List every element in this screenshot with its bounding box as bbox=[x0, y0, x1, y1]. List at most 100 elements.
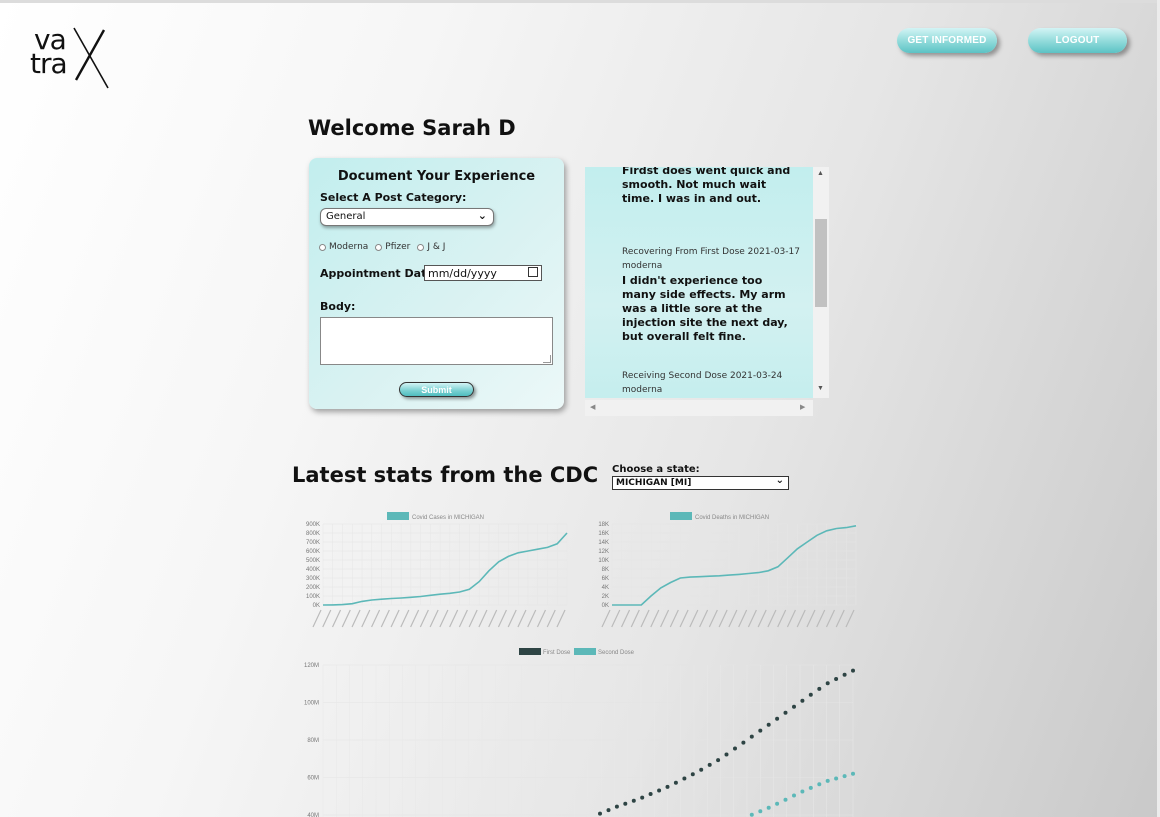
posts-feed[interactable]: Firdst does went quick and smooth. Not m… bbox=[585, 167, 829, 416]
y-tick-label: 60M bbox=[307, 776, 319, 782]
x-tick-label bbox=[410, 609, 420, 628]
category-select[interactable]: General ⌄ bbox=[320, 208, 494, 226]
chevron-down-icon: ⌄ bbox=[477, 209, 487, 222]
y-tick-label: 18K bbox=[598, 522, 609, 528]
x-tick-label bbox=[611, 609, 621, 628]
x-tick-label bbox=[546, 609, 556, 628]
data-point bbox=[657, 788, 662, 793]
y-tick-label: 800K bbox=[306, 531, 320, 537]
vertical-scrollbar[interactable]: ▲ ▼ bbox=[813, 167, 829, 398]
data-point bbox=[766, 805, 771, 810]
horizontal-scrollbar[interactable]: ◀ ▶ bbox=[585, 400, 813, 416]
x-tick-label bbox=[371, 609, 381, 628]
chevron-down-icon: ⌄ bbox=[775, 475, 784, 486]
legend-label: Covid Cases in MICHIGAN bbox=[412, 515, 484, 521]
x-tick-label bbox=[322, 609, 332, 628]
data-point bbox=[800, 698, 805, 703]
data-point bbox=[665, 784, 670, 789]
legend-swatch bbox=[387, 512, 409, 520]
y-tick-label: 600K bbox=[306, 549, 320, 555]
vaxtrax-logo[interactable]: va tra bbox=[28, 24, 112, 92]
body-label: Body: bbox=[320, 300, 356, 313]
state-label: Choose a state: bbox=[612, 464, 700, 475]
scroll-thumb[interactable] bbox=[815, 219, 827, 307]
data-point bbox=[808, 785, 813, 790]
logo-x-mark bbox=[73, 27, 109, 89]
x-tick-label bbox=[458, 609, 468, 628]
x-tick-label bbox=[738, 609, 748, 628]
x-tick-label bbox=[620, 609, 631, 628]
vaccinations-chart: First Dose Second Dose 120M 100M 80M 60M 40M bbox=[304, 648, 855, 817]
post-meta: Recovering From First Dose 2021-03-17 bbox=[622, 247, 800, 257]
x-tick-label bbox=[650, 609, 660, 628]
x-tick-label bbox=[825, 609, 836, 628]
radio-jj[interactable] bbox=[417, 243, 425, 251]
y-tick-label: 100M bbox=[304, 701, 319, 707]
x-tick-label bbox=[556, 609, 566, 628]
y-tick-label: 14K bbox=[598, 540, 609, 546]
state-value: MICHIGAN [MI] bbox=[616, 478, 692, 488]
post-meta: Receiving Second Dose 2021-03-24 bbox=[622, 371, 783, 381]
posts-list: Firdst does went quick and smooth. Not m… bbox=[585, 167, 813, 398]
data-point bbox=[825, 778, 830, 783]
data-point bbox=[733, 746, 737, 751]
x-tick-label bbox=[601, 609, 611, 628]
x-tick-label bbox=[757, 609, 767, 628]
x-tick-label bbox=[478, 609, 488, 628]
logout-button[interactable]: LOGOUT bbox=[1028, 28, 1127, 53]
scroll-left-icon[interactable]: ◀ bbox=[590, 403, 595, 411]
scroll-right-icon[interactable]: ▶ bbox=[800, 403, 805, 411]
x-tick-label bbox=[429, 609, 439, 628]
x-tick-label bbox=[630, 609, 640, 628]
post-vaccine: moderna bbox=[622, 261, 663, 271]
legend-label: Covid Deaths in MICHIGAN bbox=[695, 515, 769, 521]
x-tick-label bbox=[777, 609, 787, 628]
category-value: General bbox=[326, 211, 366, 222]
x-tick-label bbox=[400, 609, 410, 628]
scroll-down-icon[interactable]: ▼ bbox=[817, 385, 824, 392]
category-label: Select A Post Category: bbox=[320, 191, 467, 204]
post-vaccine: moderna bbox=[622, 385, 663, 395]
post-body: I didn't experience too many side effect… bbox=[622, 274, 788, 343]
x-tick-label bbox=[796, 609, 806, 628]
x-tick-label bbox=[835, 609, 845, 628]
data-point bbox=[673, 780, 678, 785]
calendar-icon[interactable] bbox=[528, 267, 538, 277]
x-tick-label bbox=[669, 609, 679, 628]
data-point bbox=[707, 762, 712, 767]
y-tick-label: 10K bbox=[598, 558, 609, 564]
top-border bbox=[0, 0, 1160, 3]
submit-button[interactable]: Submit bbox=[399, 382, 474, 397]
data-point bbox=[783, 710, 788, 715]
x-tick-label bbox=[728, 609, 738, 628]
x-tick-label bbox=[419, 609, 429, 628]
deaths-chart: Covid Deaths in MICHIGAN 0K 2K 4K 6K 8K 10K 12K… bbox=[598, 512, 857, 628]
state-select[interactable]: MICHIGAN [MI] ⌄ bbox=[612, 475, 789, 490]
data-point bbox=[640, 795, 645, 800]
radio-moderna[interactable] bbox=[319, 243, 326, 251]
welcome-heading: Welcome Sarah D bbox=[308, 116, 516, 140]
y-tick-label: 400K bbox=[306, 567, 320, 573]
scroll-up-icon[interactable]: ▲ bbox=[817, 170, 824, 177]
x-tick-label bbox=[527, 609, 537, 628]
x-tick-label bbox=[312, 609, 322, 628]
appointment-date-input[interactable]: mm/dd/yyyy bbox=[424, 265, 542, 281]
radio-pfizer[interactable] bbox=[375, 243, 383, 251]
get-informed-button[interactable]: GET INFORMED bbox=[897, 28, 997, 53]
resize-handle-icon[interactable] bbox=[543, 355, 551, 363]
data-point bbox=[851, 668, 855, 673]
x-tick-label bbox=[689, 609, 699, 628]
vaccine-radio-group: Moderna Pfizer J & J bbox=[319, 242, 452, 252]
data-point bbox=[606, 808, 611, 813]
x-tick-label bbox=[341, 609, 351, 628]
data-point bbox=[775, 716, 780, 721]
data-point bbox=[614, 804, 619, 809]
data-point bbox=[792, 704, 796, 709]
y-tick-label: 2K bbox=[602, 594, 609, 600]
x-tick-label bbox=[708, 609, 718, 628]
data-point bbox=[690, 772, 695, 777]
body-textarea[interactable] bbox=[320, 317, 553, 365]
y-tick-label: 16K bbox=[598, 531, 609, 537]
data-point bbox=[623, 801, 628, 806]
post-body: Firdst does went quick and smooth. Not m… bbox=[622, 167, 791, 205]
